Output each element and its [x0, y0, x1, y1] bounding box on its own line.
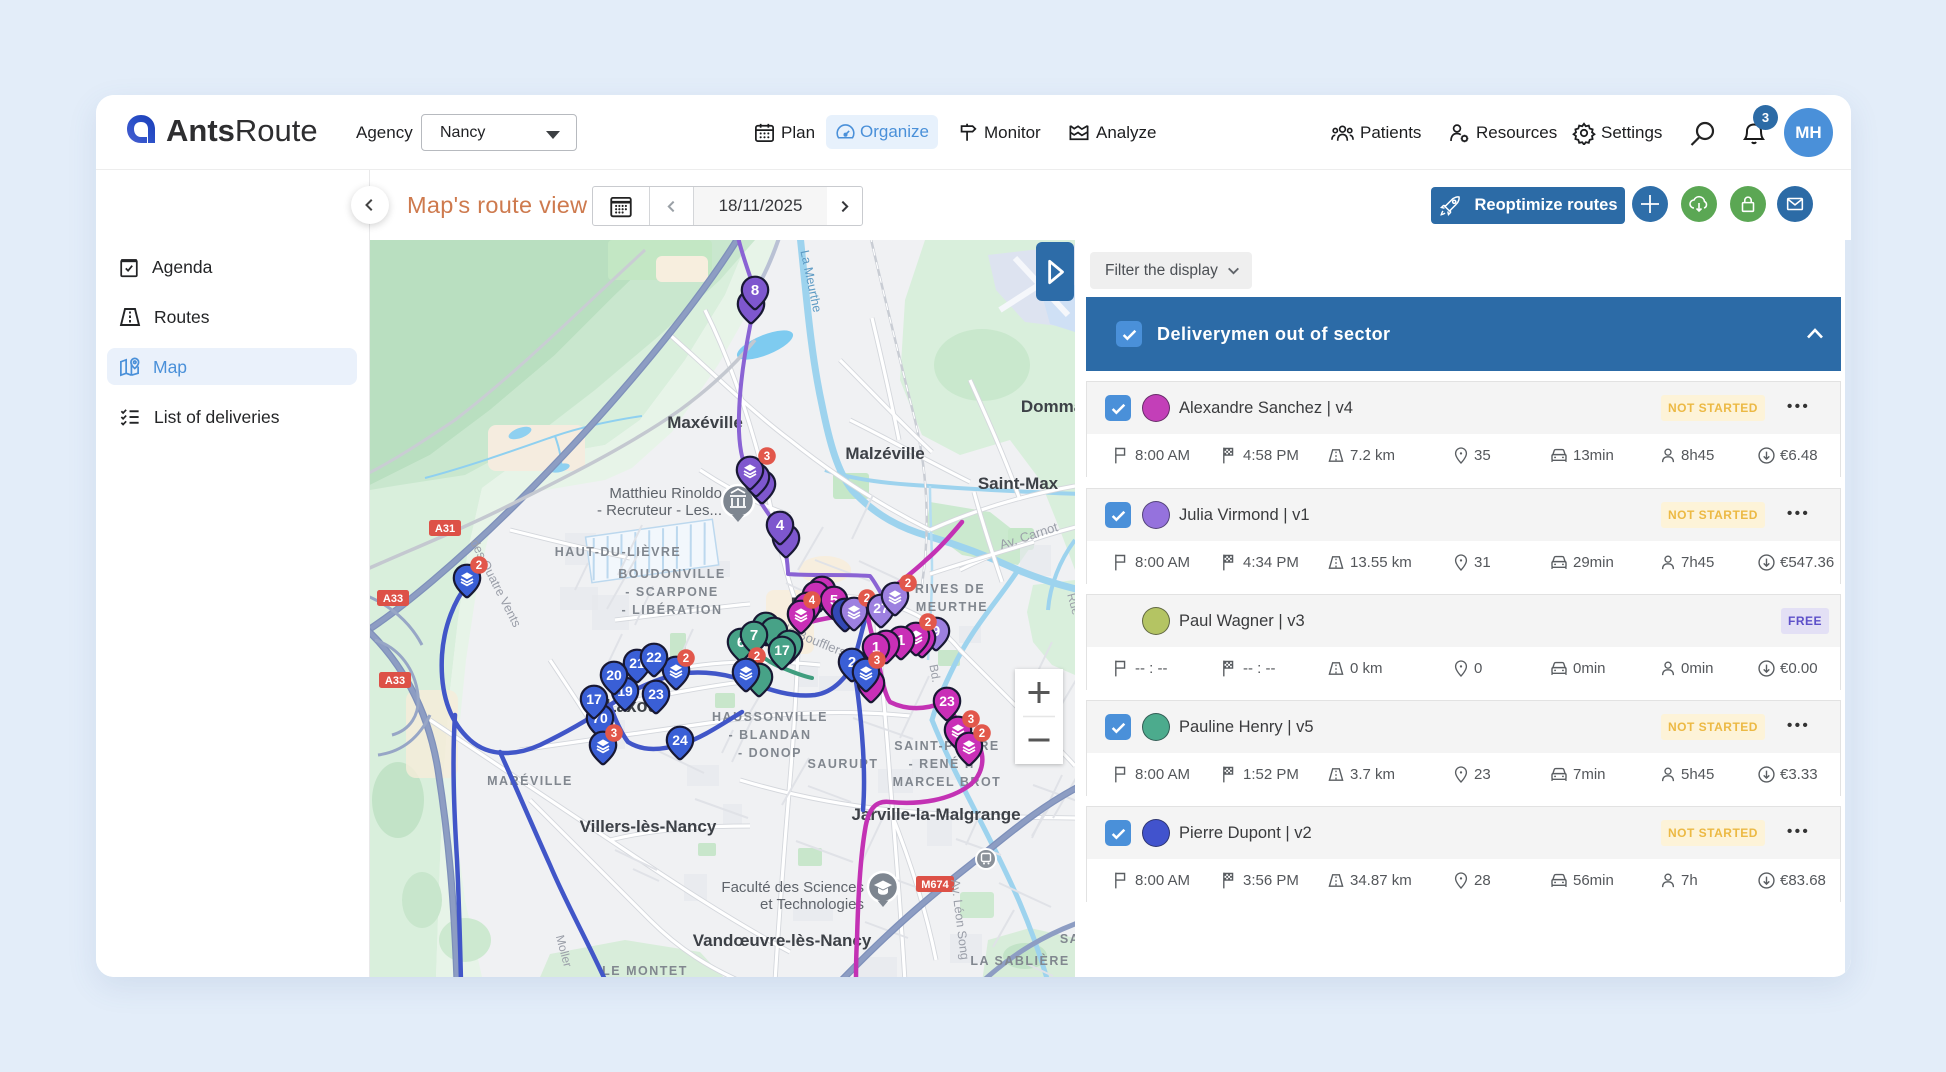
- svg-text:3: 3: [874, 655, 880, 667]
- svg-text:RIVES DE: RIVES DE: [915, 582, 985, 596]
- svg-text:et Technologies: et Technologies: [760, 896, 864, 913]
- svg-text:A33: A33: [385, 675, 405, 687]
- svg-text:- BLANDAN: - BLANDAN: [729, 728, 812, 742]
- svg-text:- SCARPONE: - SCARPONE: [625, 585, 718, 599]
- svg-text:3: 3: [968, 714, 974, 726]
- svg-text:3: 3: [764, 451, 770, 463]
- svg-text:A33: A33: [383, 593, 403, 605]
- svg-text:A31: A31: [435, 523, 455, 535]
- svg-text:Matthieu Rinoldo: Matthieu Rinoldo: [609, 485, 722, 502]
- svg-text:LE MONTET: LE MONTET: [602, 964, 688, 977]
- svg-text:- Recruteur - Les...: - Recruteur - Les...: [597, 502, 722, 519]
- svg-text:Faculté des Sciences: Faculté des Sciences: [721, 879, 864, 896]
- svg-text:Villers-lès-Nancy: Villers-lès-Nancy: [580, 817, 717, 836]
- svg-text:Maxéville: Maxéville: [667, 413, 743, 432]
- svg-text:3: 3: [611, 728, 617, 740]
- svg-text:17: 17: [774, 642, 790, 658]
- svg-text:22: 22: [646, 649, 662, 665]
- svg-text:M674: M674: [921, 879, 949, 891]
- svg-text:Vandœuvre-lès-Nancy: Vandœuvre-lès-Nancy: [693, 931, 872, 950]
- svg-text:2: 2: [683, 653, 689, 665]
- svg-text:MARCEL BROT: MARCEL BROT: [893, 775, 1002, 789]
- svg-text:Jarville-la-Malgrange: Jarville-la-Malgrange: [851, 805, 1020, 824]
- svg-text:23: 23: [939, 693, 955, 709]
- svg-text:MARÉVILLE: MARÉVILLE: [487, 773, 573, 788]
- svg-text:2: 2: [979, 728, 985, 740]
- svg-text:Malzéville: Malzéville: [845, 444, 924, 463]
- svg-text:20: 20: [606, 667, 622, 683]
- svg-text:MEURTHE: MEURTHE: [916, 600, 988, 614]
- svg-text:HAUT-DU-LIÈVRE: HAUT-DU-LIÈVRE: [555, 544, 682, 559]
- svg-text:4: 4: [776, 517, 785, 534]
- svg-text:- DONOP: - DONOP: [738, 746, 802, 760]
- svg-text:BOUDONVILLE: BOUDONVILLE: [618, 567, 725, 581]
- svg-text:7: 7: [750, 627, 758, 644]
- svg-text:- LIBÉRATION: - LIBÉRATION: [621, 602, 722, 617]
- svg-text:SAURUPT: SAURUPT: [808, 757, 879, 771]
- svg-text:2: 2: [905, 578, 911, 590]
- svg-text:24: 24: [672, 732, 688, 748]
- svg-text:2: 2: [925, 617, 931, 629]
- svg-text:2: 2: [476, 560, 482, 572]
- svg-text:23: 23: [648, 686, 664, 702]
- svg-text:4: 4: [809, 595, 816, 607]
- svg-text:LA SABLIÈRE: LA SABLIÈRE: [970, 953, 1069, 968]
- svg-text:SA: SA: [1060, 932, 1075, 946]
- svg-text:17: 17: [586, 691, 602, 707]
- svg-text:Domma: Domma: [1021, 397, 1075, 416]
- svg-text:Saint-Max: Saint-Max: [978, 474, 1059, 493]
- svg-text:8: 8: [751, 282, 759, 299]
